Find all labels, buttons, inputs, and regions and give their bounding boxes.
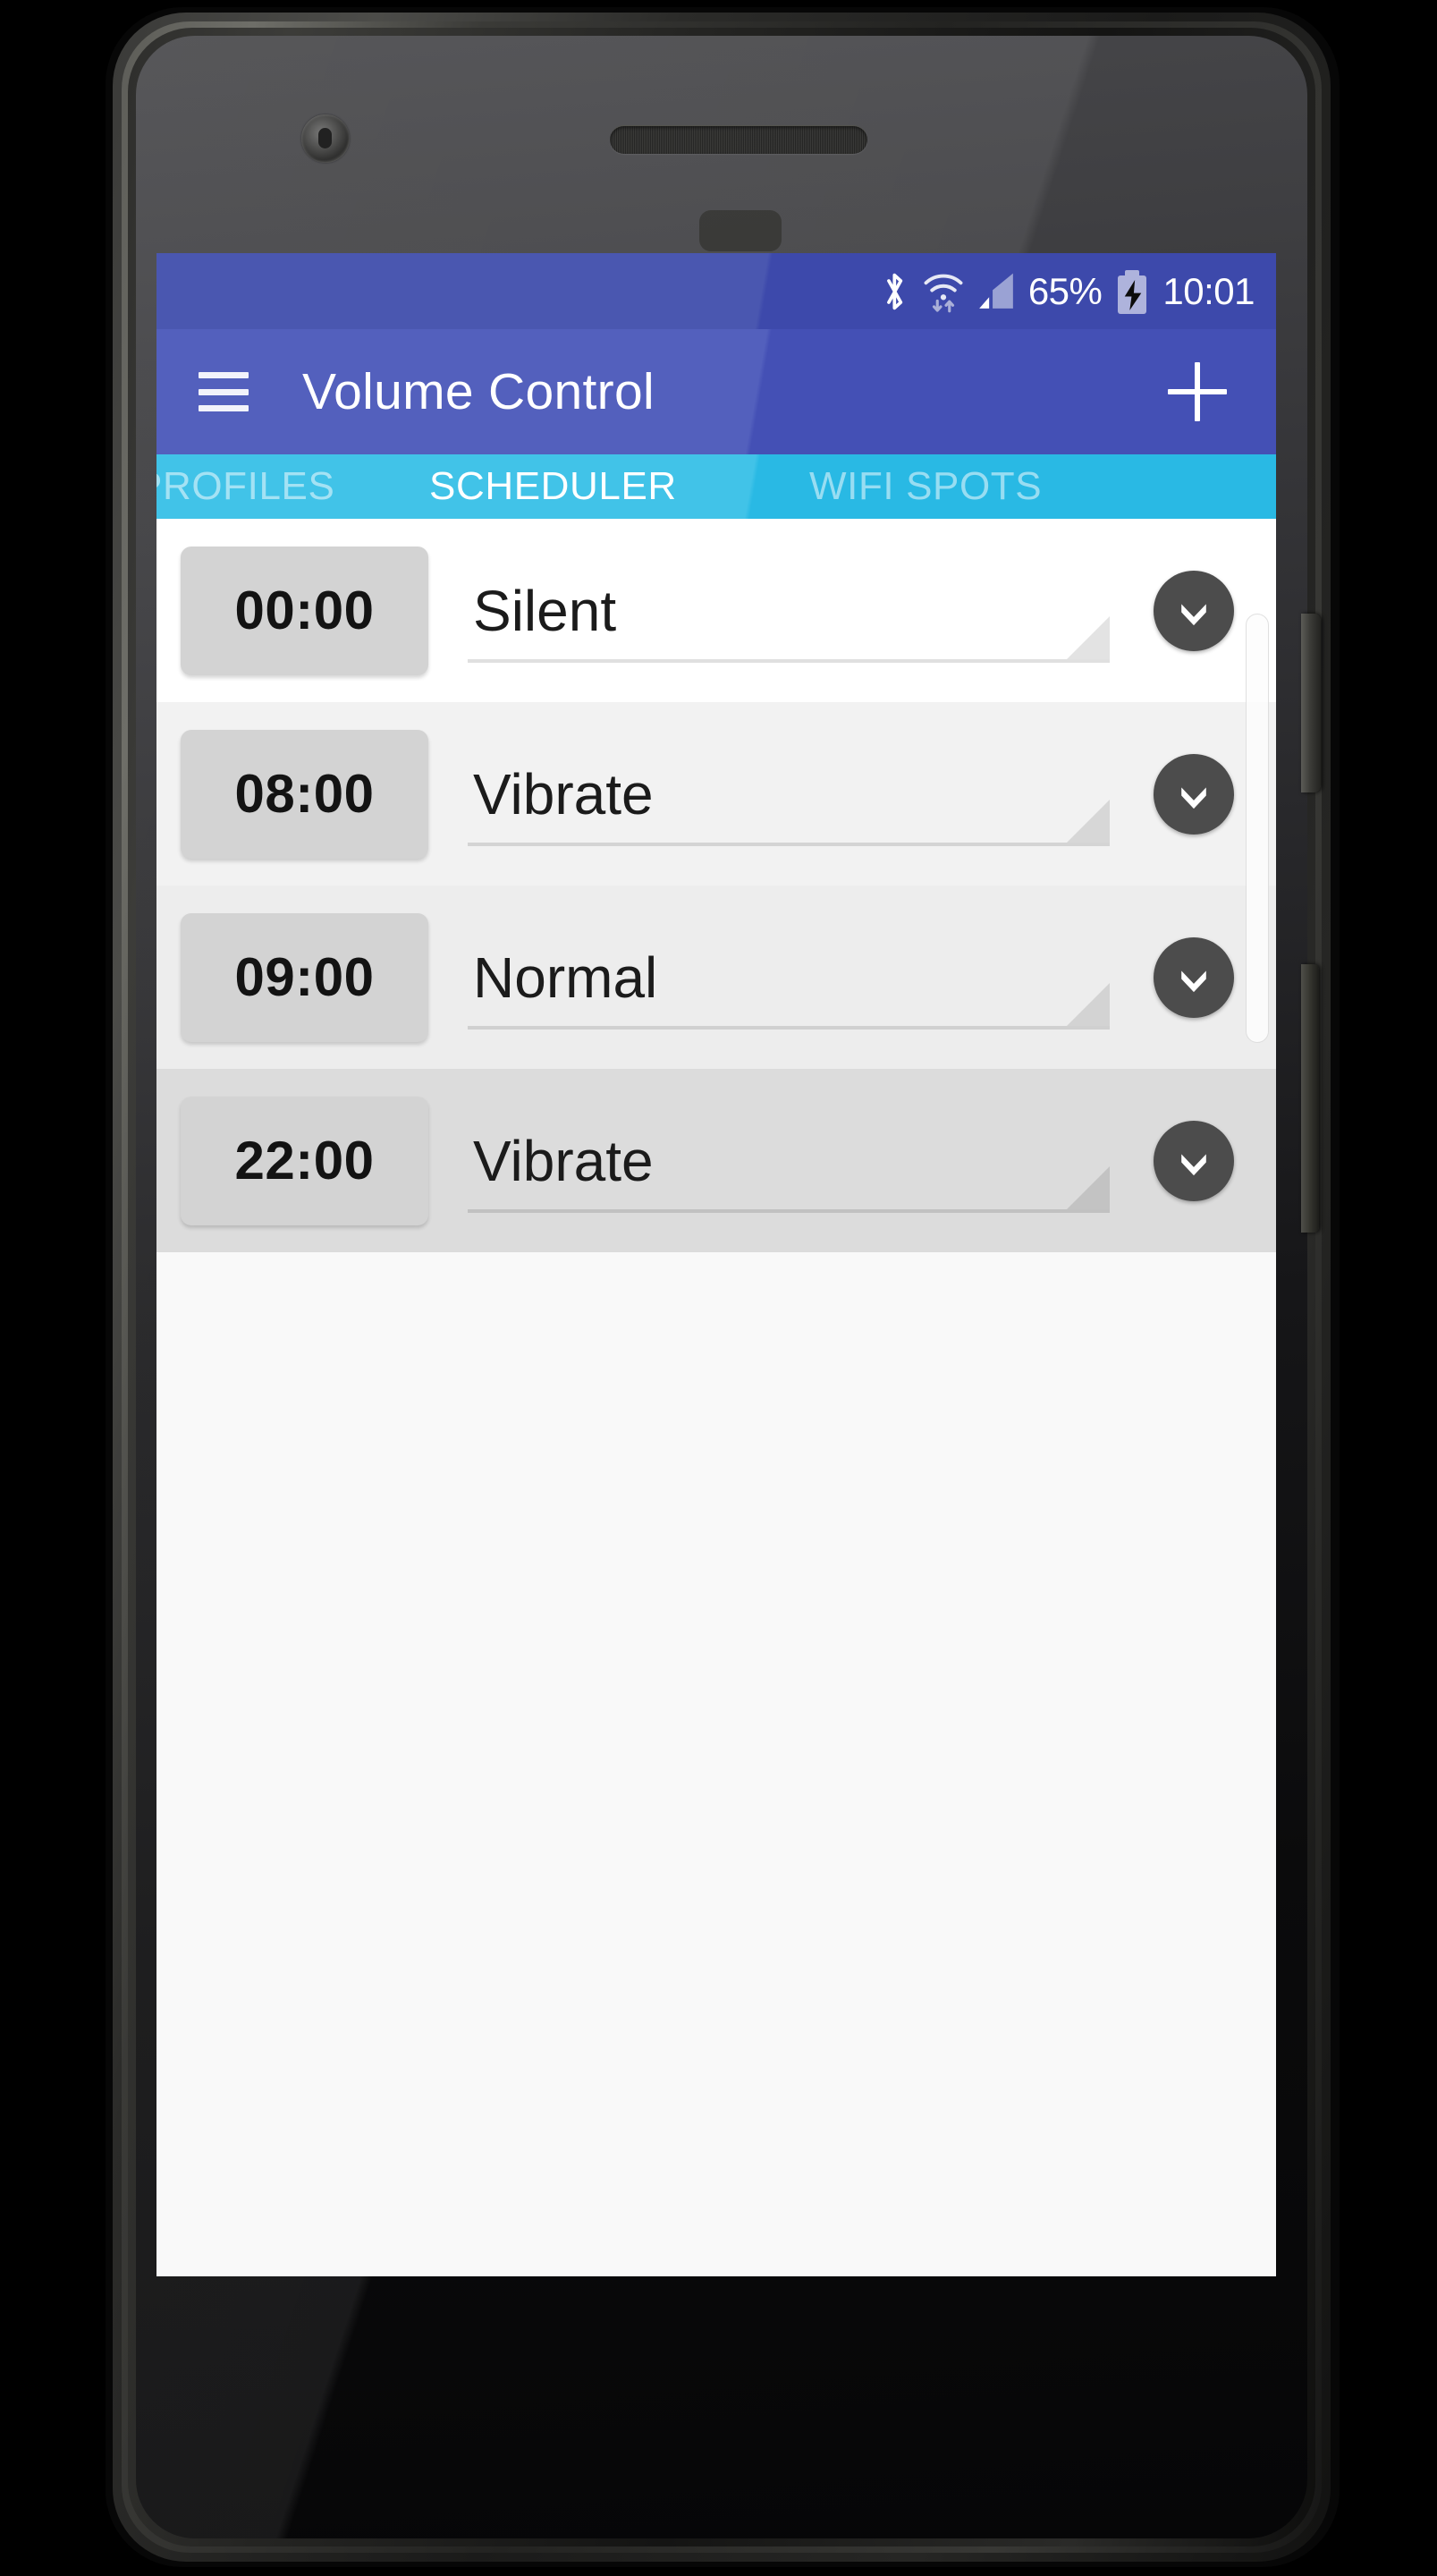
spinner-underline <box>468 1208 1110 1213</box>
spinner-underline <box>468 1025 1110 1030</box>
front-camera-icon <box>301 114 350 163</box>
screenshot-root: 65% 10:01 Volume Control PROFILES SCHEDU… <box>0 0 1437 2576</box>
table-row[interactable]: 22:00 Vibrate <box>156 1069 1276 1252</box>
status-bar: 65% 10:01 <box>156 253 1276 329</box>
chevron-down-icon <box>1181 1153 1206 1175</box>
tab-scheduler[interactable]: SCHEDULER <box>429 464 677 509</box>
chevron-down-icon <box>1181 603 1206 625</box>
profile-label: Silent <box>473 578 617 643</box>
profile-label: Normal <box>473 945 658 1010</box>
list-scrollbar[interactable] <box>1246 614 1269 1043</box>
bluetooth-icon <box>880 270 910 313</box>
expand-row-button[interactable] <box>1154 936 1234 1018</box>
table-row[interactable]: 09:00 Normal <box>156 886 1276 1069</box>
table-row[interactable]: 00:00 Silent <box>156 519 1276 702</box>
page-title: Volume Control <box>302 363 655 420</box>
spinner-underline <box>468 658 1110 663</box>
phone-screen: 65% 10:01 Volume Control PROFILES SCHEDU… <box>156 253 1276 2276</box>
time-chip-button[interactable]: 09:00 <box>181 912 428 1042</box>
expand-row-button[interactable] <box>1154 753 1234 835</box>
spinner-dropdown-indicator-icon <box>1067 982 1110 1026</box>
battery-percent-label: 65% <box>1027 269 1103 312</box>
hamburger-menu-icon[interactable] <box>199 372 249 411</box>
spinner-dropdown-indicator-icon <box>1067 1165 1110 1209</box>
tab-wifi-spots[interactable]: WIFI SPOTS <box>809 464 1042 509</box>
add-schedule-button[interactable] <box>1168 362 1227 421</box>
expand-row-button[interactable] <box>1154 570 1234 651</box>
profile-spinner[interactable]: Normal <box>468 913 1110 1042</box>
time-label: 08:00 <box>234 764 375 824</box>
time-chip-button[interactable]: 08:00 <box>181 729 428 859</box>
time-label: 00:00 <box>234 580 375 640</box>
expand-row-button[interactable] <box>1154 1120 1234 1201</box>
time-label: 22:00 <box>234 1131 375 1191</box>
earpiece-speaker <box>610 125 867 154</box>
profile-spinner[interactable]: Silent <box>468 547 1110 675</box>
time-label: 09:00 <box>234 947 375 1007</box>
spinner-underline <box>468 842 1110 846</box>
proximity-sensor <box>699 210 782 251</box>
chevron-down-icon <box>1181 970 1206 992</box>
profile-label: Vibrate <box>473 1128 654 1193</box>
battery-charging-icon <box>1114 269 1150 314</box>
cellular-signal-icon <box>976 272 1016 311</box>
profile-label: Vibrate <box>473 761 654 826</box>
app-bar: Volume Control <box>156 329 1276 454</box>
time-chip-button[interactable]: 00:00 <box>181 546 428 675</box>
profile-spinner[interactable]: Vibrate <box>468 730 1110 859</box>
volume-rocker-button[interactable] <box>1301 964 1319 1233</box>
table-row[interactable]: 08:00 Vibrate <box>156 702 1276 886</box>
time-chip-button[interactable]: 22:00 <box>181 1096 428 1225</box>
scheduler-list: 00:00 Silent 08:00 Vibrate 09:00 Normal … <box>156 519 1276 2276</box>
tab-bar: PROFILES SCHEDULER WIFI SPOTS <box>156 454 1276 519</box>
spinner-dropdown-indicator-icon <box>1067 799 1110 843</box>
wifi-icon <box>923 270 964 313</box>
chevron-down-icon <box>1181 786 1206 809</box>
tab-profiles[interactable]: PROFILES <box>156 464 334 509</box>
spinner-dropdown-indicator-icon <box>1067 615 1110 659</box>
status-bar-clock: 10:01 <box>1162 269 1255 312</box>
profile-spinner[interactable]: Vibrate <box>468 1097 1110 1225</box>
power-button[interactable] <box>1301 614 1321 792</box>
